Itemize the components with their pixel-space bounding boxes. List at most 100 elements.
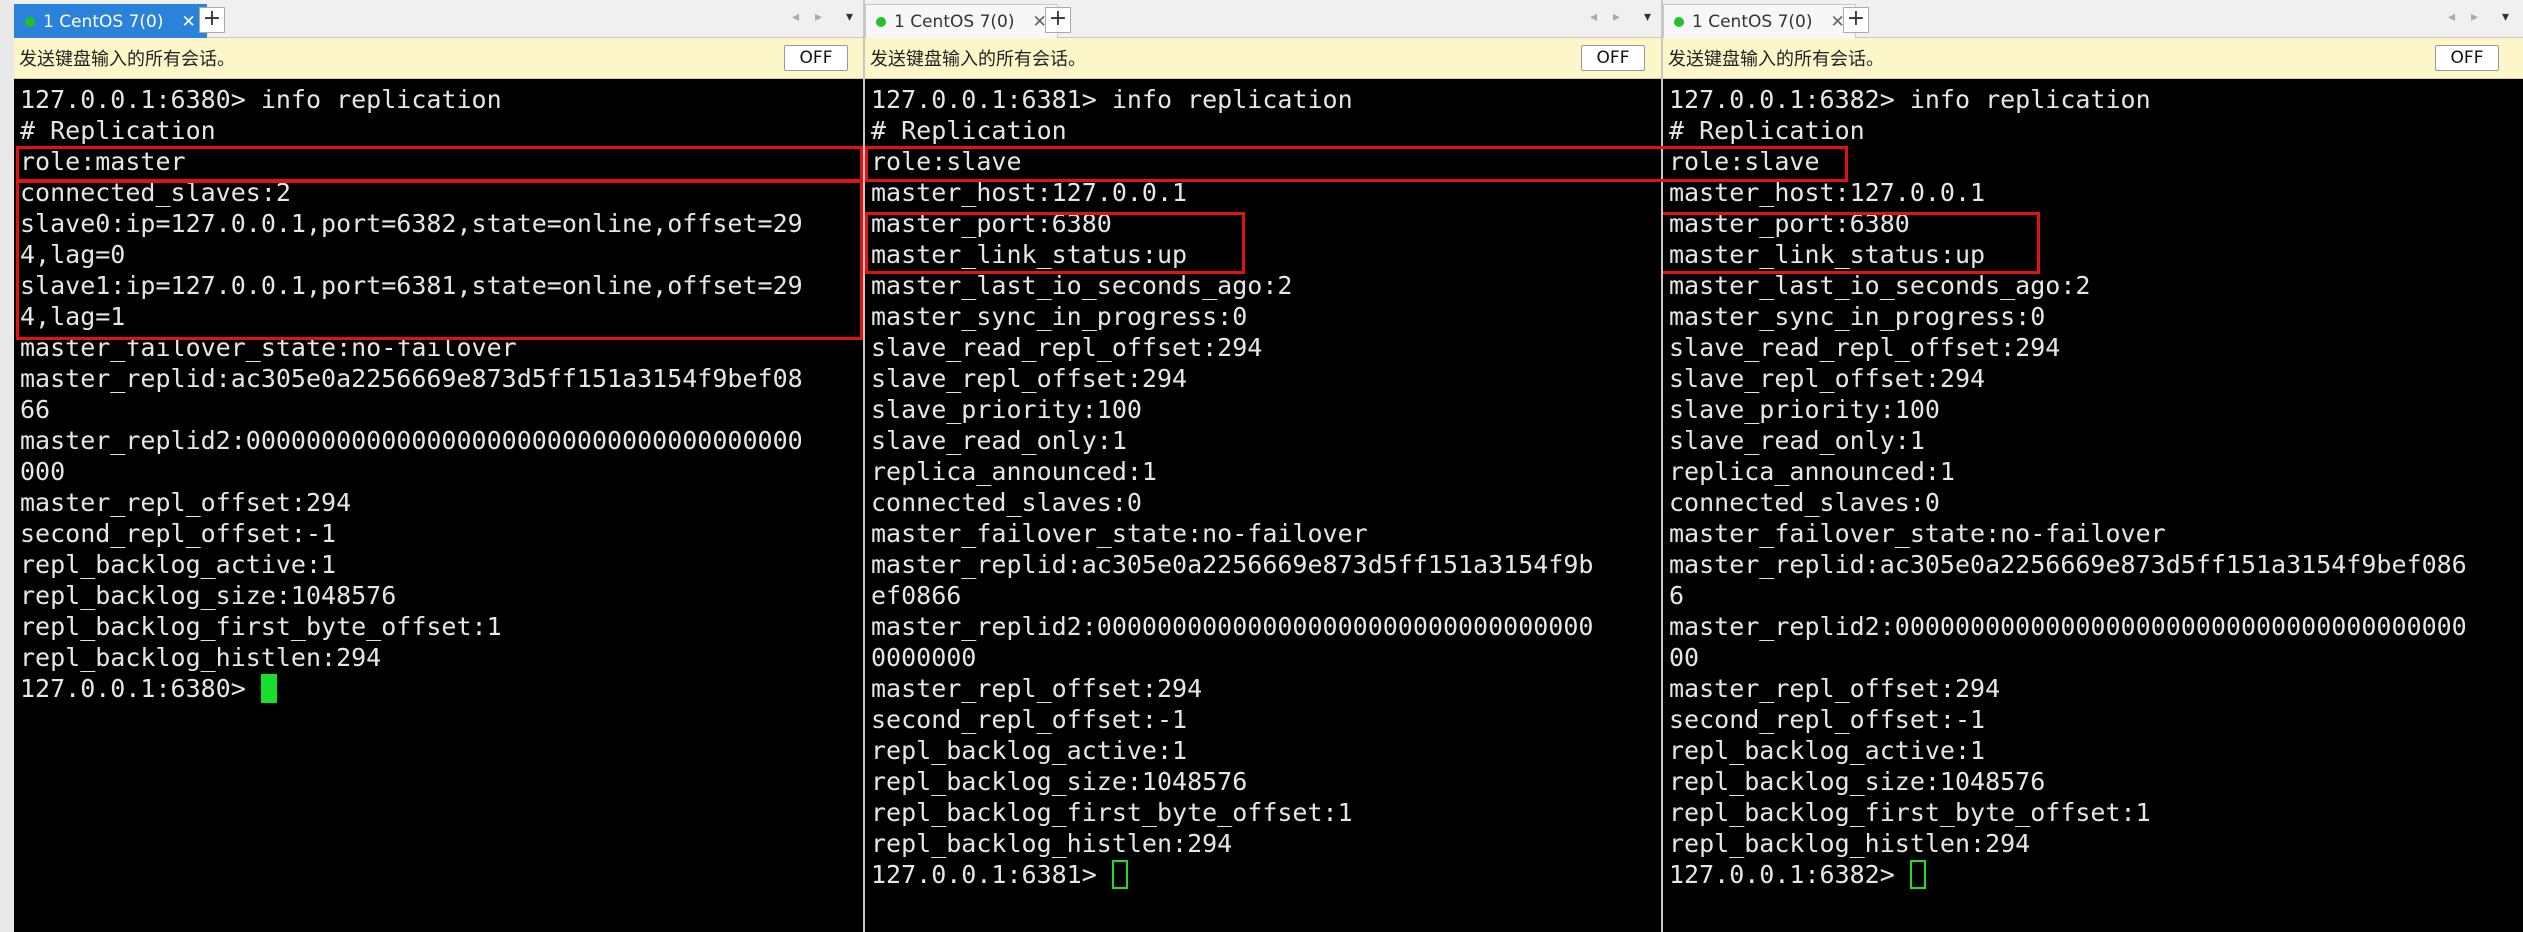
terminal-line: 6 xyxy=(1669,581,1685,610)
terminal-line: repl_backlog_active:1 xyxy=(871,736,1188,765)
send-to-all-text: 发送键盘输入的所有会话。 xyxy=(1668,49,1884,70)
terminal-line: master_failover_state:no-failover xyxy=(871,519,1368,548)
terminal-line: role:slave xyxy=(871,147,1022,176)
terminal-cursor xyxy=(1111,860,1128,889)
terminal-line: slave_priority:100 xyxy=(1669,395,1940,424)
terminal-line: slave_read_only:1 xyxy=(1669,426,1925,455)
tab-scroll-arrows[interactable]: ◂▸ xyxy=(2448,9,2494,25)
terminal-line: replica_announced:1 xyxy=(1669,457,1955,486)
terminal-line: # Replication xyxy=(871,116,1067,145)
terminal-line: master_failover_state:no-failover xyxy=(20,333,517,362)
terminal-line: master_failover_state:no-failover xyxy=(1669,519,2166,548)
terminal-line: master_last_io_seconds_ago:2 xyxy=(1669,271,2091,300)
terminal-line: slave1:ip=127.0.0.1,port=6381,state=onli… xyxy=(20,271,803,300)
tab-menu-icon[interactable]: ▾ xyxy=(2502,9,2509,25)
terminal-line: 127.0.0.1:6381> info replication xyxy=(871,85,1353,114)
send-to-all-bar: 发送键盘输入的所有会话。 OFF xyxy=(865,38,1661,79)
session-status-icon xyxy=(876,16,886,27)
session-tab[interactable]: 1 CentOS 7(0) ✕ xyxy=(1663,4,1856,38)
terminal-line: 127.0.0.1:6382> xyxy=(1669,860,1910,889)
terminal-line: repl_backlog_size:1048576 xyxy=(871,767,1248,796)
next-arrow-icon[interactable]: ▸ xyxy=(1613,9,1636,25)
terminal-output[interactable]: 127.0.0.1:6381> info replication # Replic… xyxy=(871,84,1657,890)
prev-arrow-icon[interactable]: ◂ xyxy=(792,9,815,25)
terminal-line: 0000000 xyxy=(871,643,977,672)
session-tab[interactable]: 1 CentOS 7(0) ✕ xyxy=(865,4,1058,38)
send-to-all-text: 发送键盘输入的所有会话。 xyxy=(870,49,1086,70)
add-tab-icon[interactable]: + xyxy=(1045,7,1071,33)
terminal-line: repl_backlog_active:1 xyxy=(1669,736,1986,765)
terminal-line: 127.0.0.1:6381> xyxy=(871,860,1112,889)
terminal-line: repl_backlog_size:1048576 xyxy=(1669,767,2046,796)
terminal-line: slave_priority:100 xyxy=(871,395,1142,424)
terminal-line: master_replid2:0000000000000000000000000… xyxy=(20,426,803,455)
terminal-line: master_replid:ac305e0a2256669e873d5ff151… xyxy=(871,550,1594,579)
tab-menu-icon[interactable]: ▾ xyxy=(846,9,853,25)
tab-bar: 1 CentOS 7(0) ✕ + ◂▸ ▾ xyxy=(865,0,1661,38)
tab-scroll-arrows[interactable]: ◂▸ xyxy=(792,9,838,25)
terminal-line: connected_slaves:0 xyxy=(1669,488,1940,517)
prev-arrow-icon[interactable]: ◂ xyxy=(1590,9,1613,25)
terminal-line: master_replid2:0000000000000000000000000… xyxy=(871,612,1594,641)
terminal-pane-1: 1 CentOS 7(0) ✕ + ◂▸ ▾ 发送键盘输入的所有会话。 OFF … xyxy=(14,0,865,932)
tab-bar: 1 CentOS 7(0) ✕ + ◂▸ ▾ xyxy=(1663,0,2523,38)
send-to-all-bar: 发送键盘输入的所有会话。 OFF xyxy=(1663,38,2523,79)
terminal-line: connected_slaves:0 xyxy=(871,488,1142,517)
add-tab-icon[interactable]: + xyxy=(199,7,225,33)
tab-menu-icon[interactable]: ▾ xyxy=(1644,9,1651,25)
terminal-line: master_host:127.0.0.1 xyxy=(871,178,1188,207)
terminal-line: master_repl_offset:294 xyxy=(871,674,1203,703)
terminal-line: 127.0.0.1:6380> info replication xyxy=(20,85,502,114)
terminal-line: ef0866 xyxy=(871,581,962,610)
send-to-all-bar: 发送键盘输入的所有会话。 OFF xyxy=(14,38,863,79)
tab-bar: 1 CentOS 7(0) ✕ + ◂▸ ▾ xyxy=(14,0,863,38)
terminal-line: master_sync_in_progress:0 xyxy=(871,302,1248,331)
terminal-line: master_port:6380 xyxy=(1669,209,1910,238)
terminal-line: slave0:ip=127.0.0.1,port=6382,state=onli… xyxy=(20,209,803,238)
terminal-line: second_repl_offset:-1 xyxy=(871,705,1188,734)
terminal-line: master_replid2:0000000000000000000000000… xyxy=(1669,612,2467,641)
terminal-line: # Replication xyxy=(1669,116,1865,145)
terminal-line: repl_backlog_histlen:294 xyxy=(1669,829,2031,858)
terminal-line: connected_slaves:2 xyxy=(20,178,291,207)
next-arrow-icon[interactable]: ▸ xyxy=(815,9,838,25)
tab-scroll-arrows[interactable]: ◂▸ xyxy=(1590,9,1636,25)
terminal-line: repl_backlog_histlen:294 xyxy=(871,829,1233,858)
terminal-line: slave_read_only:1 xyxy=(871,426,1127,455)
next-arrow-icon[interactable]: ▸ xyxy=(2471,9,2494,25)
tab-label: 1 CentOS 7(0) xyxy=(43,11,164,32)
session-status-icon xyxy=(1674,16,1684,27)
terminal-line: repl_backlog_first_byte_offset:1 xyxy=(1669,798,2151,827)
terminal-line: repl_backlog_first_byte_offset:1 xyxy=(20,612,502,641)
terminal-output[interactable]: 127.0.0.1:6380> info replication # Replic… xyxy=(20,84,859,704)
close-icon[interactable]: ✕ xyxy=(181,12,195,32)
terminal-line: 4,lag=1 xyxy=(20,302,126,331)
terminal-line: 127.0.0.1:6380> xyxy=(20,674,261,703)
send-to-all-off-button[interactable]: OFF xyxy=(784,45,848,71)
add-tab-icon[interactable]: + xyxy=(1843,7,1869,33)
send-to-all-text: 发送键盘输入的所有会话。 xyxy=(19,49,235,70)
terminal-cursor xyxy=(1909,860,1926,889)
tab-label: 1 CentOS 7(0) xyxy=(894,11,1015,32)
send-to-all-off-button[interactable]: OFF xyxy=(2435,45,2499,71)
terminal-line: second_repl_offset:-1 xyxy=(20,519,337,548)
terminal-line: 000 xyxy=(20,457,66,486)
terminal-output[interactable]: 127.0.0.1:6382> info replication # Replic… xyxy=(1669,84,2519,890)
terminal-line: slave_read_repl_offset:294 xyxy=(1669,333,2061,362)
session-tab[interactable]: 1 CentOS 7(0) ✕ xyxy=(14,4,207,38)
terminal-line: replica_announced:1 xyxy=(871,457,1157,486)
terminal-line: # Replication xyxy=(20,116,216,145)
terminal-line: repl_backlog_first_byte_offset:1 xyxy=(871,798,1353,827)
terminal-line: slave_repl_offset:294 xyxy=(1669,364,1986,393)
prev-arrow-icon[interactable]: ◂ xyxy=(2448,9,2471,25)
terminal-line: master_last_io_seconds_ago:2 xyxy=(871,271,1293,300)
terminal-line: 66 xyxy=(20,395,51,424)
send-to-all-off-button[interactable]: OFF xyxy=(1581,45,1645,71)
terminal-line: master_replid:ac305e0a2256669e873d5ff151… xyxy=(20,364,803,393)
terminal-line: master_sync_in_progress:0 xyxy=(1669,302,2046,331)
terminal-pane-3: 1 CentOS 7(0) ✕ + ◂▸ ▾ 发送键盘输入的所有会话。 OFF … xyxy=(1663,0,2523,932)
terminal-line: master_replid:ac305e0a2256669e873d5ff151… xyxy=(1669,550,2467,579)
terminal-line: master_host:127.0.0.1 xyxy=(1669,178,1986,207)
terminal-line: master_repl_offset:294 xyxy=(1669,674,2001,703)
terminal-pane-2: 1 CentOS 7(0) ✕ + ◂▸ ▾ 发送键盘输入的所有会话。 OFF … xyxy=(865,0,1663,932)
